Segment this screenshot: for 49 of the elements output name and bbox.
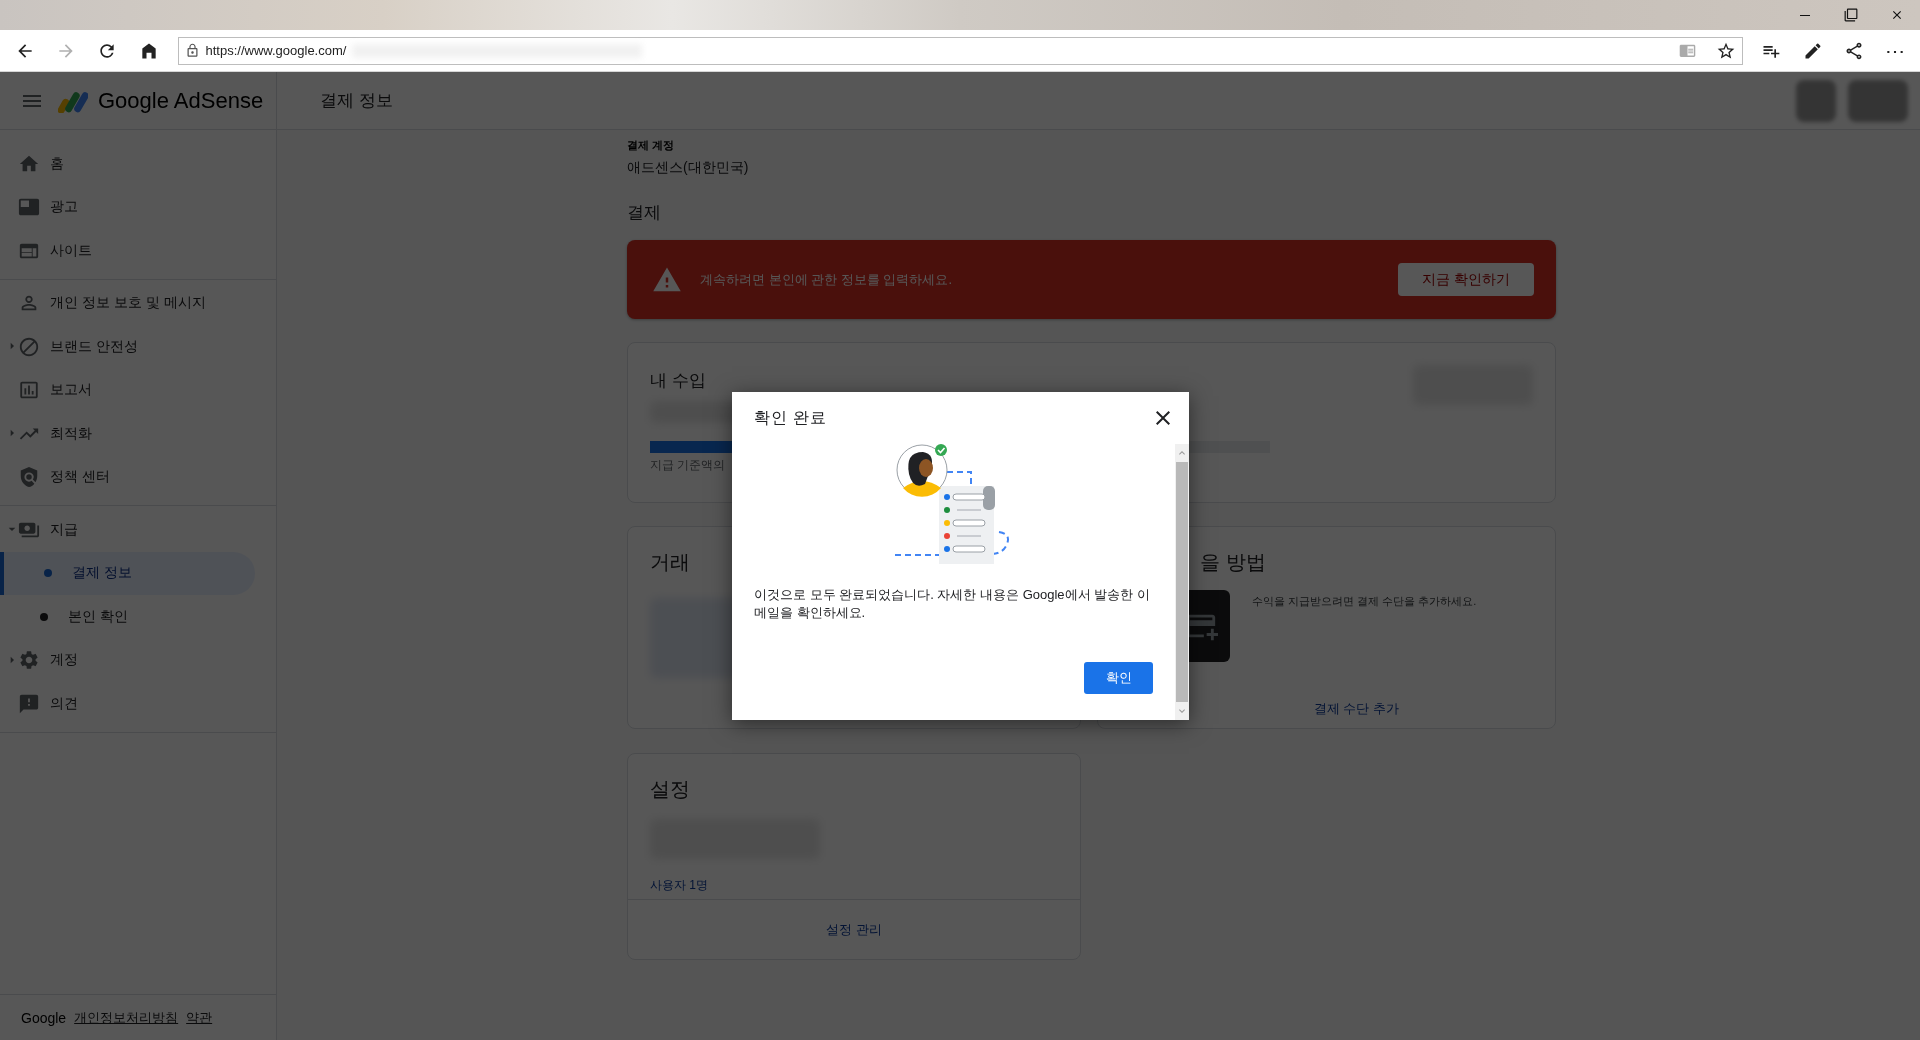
feedback-icon bbox=[18, 692, 40, 715]
footer-link[interactable]: 개인정보처리방침 bbox=[74, 1008, 179, 1027]
card-title: 을 방법 bbox=[1200, 550, 1267, 575]
page-title: 결제 정보 bbox=[320, 90, 393, 112]
shield-icon bbox=[18, 466, 40, 489]
minimize-icon bbox=[1800, 14, 1810, 16]
card-title: 내 수입 bbox=[650, 370, 706, 392]
field-value: 애드센스(대한민국) bbox=[627, 159, 750, 177]
confirm-button[interactable]: 확인 bbox=[1084, 662, 1153, 694]
address-bar[interactable]: https://www.google.com/ bbox=[177, 36, 1743, 65]
more-button[interactable]: ⋯ bbox=[1876, 33, 1914, 68]
card-title: 설정 bbox=[650, 777, 691, 802]
field-label: 결제 계정 bbox=[627, 138, 676, 153]
scrollbar[interactable] bbox=[1175, 444, 1189, 720]
blurred-avatar bbox=[1848, 79, 1908, 122]
settings-icon bbox=[18, 649, 40, 672]
section-title: 결제 bbox=[627, 202, 662, 224]
footer-brand: Google bbox=[21, 1009, 67, 1026]
sidebar-item[interactable]: 브랜드 안전성 bbox=[0, 325, 276, 369]
url-text: https://www.google.com/ bbox=[205, 43, 347, 58]
bullet-icon bbox=[44, 569, 52, 578]
dialog-message: 이것으로 모두 완료되었습니다. 자세한 내용은 Google에서 발송한 이메일을 확인하세요. bbox=[754, 586, 1151, 622]
sidebar-item[interactable]: 홈 bbox=[0, 142, 276, 186]
footer-link[interactable]: 약관 bbox=[186, 1008, 213, 1027]
bullet-icon bbox=[40, 612, 48, 621]
close-icon bbox=[1890, 8, 1904, 22]
card-title: 거래 bbox=[650, 550, 691, 575]
add-payment-link[interactable]: 결제 수단 추가 bbox=[1313, 700, 1400, 718]
manage-settings-link[interactable]: 설정 관리 bbox=[826, 920, 882, 939]
sidebar-item[interactable]: 최적화 bbox=[0, 412, 276, 456]
dialog-title: 확인 완료 bbox=[754, 407, 828, 428]
block-icon bbox=[18, 335, 40, 358]
sidebar-item[interactable]: 개인 정보 보호 및 메시지 bbox=[0, 281, 276, 325]
alert-message: 계속하려면 본인에 관한 정보를 입력하세요. bbox=[700, 270, 953, 289]
sidebar-item[interactable]: 정책 센터 bbox=[0, 455, 276, 499]
payment-message: 수익을 지급받으려면 결제 수단을 추가하세요. bbox=[1252, 594, 1477, 609]
scroll-thumb[interactable] bbox=[1176, 462, 1188, 702]
verify-button[interactable]: 지금 확인하기 bbox=[1398, 263, 1534, 296]
sidebar-item[interactable]: 지급 bbox=[0, 508, 276, 552]
product-name: Google AdSense bbox=[98, 87, 264, 114]
sidebar-item[interactable]: 본인 확인 bbox=[0, 595, 276, 639]
users-link[interactable]: 사용자 1명 bbox=[650, 877, 1058, 894]
sidebar-item[interactable]: 의견 bbox=[0, 682, 276, 726]
sidebar-item[interactable]: 결제 정보 bbox=[0, 551, 255, 595]
sidebar-item[interactable]: 사이트 bbox=[0, 229, 276, 273]
sidebar-item[interactable]: 광고 bbox=[0, 185, 276, 229]
sidebar-item[interactable]: 보고서 bbox=[0, 368, 276, 412]
sidebar-item[interactable]: 계정 bbox=[0, 638, 276, 682]
restore-icon bbox=[1844, 8, 1858, 22]
